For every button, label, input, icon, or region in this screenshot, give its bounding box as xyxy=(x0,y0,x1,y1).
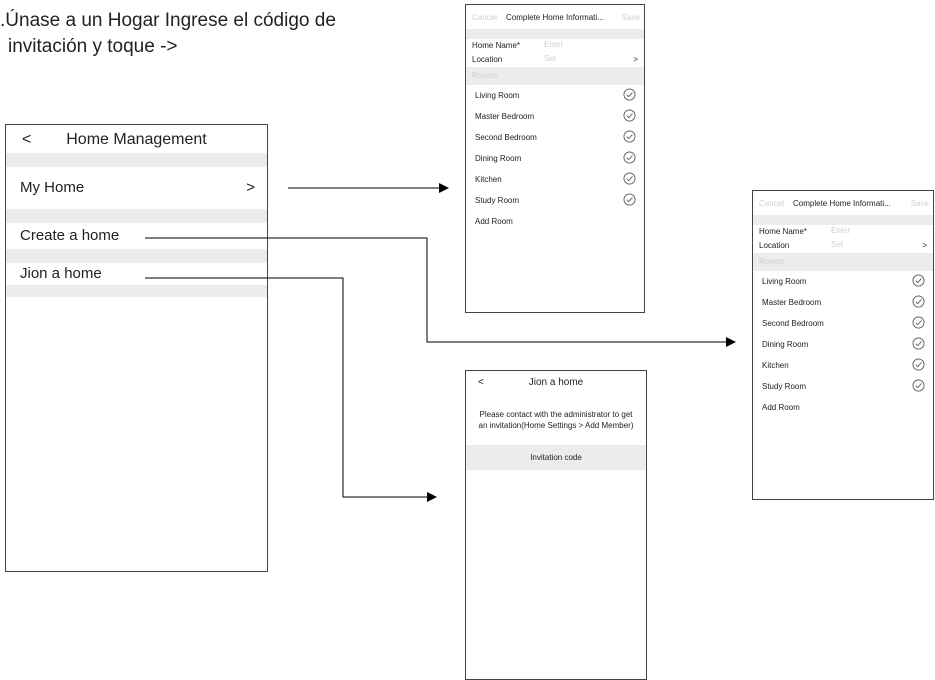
flow-arrows xyxy=(145,183,736,502)
arrow-join-home xyxy=(145,277,437,502)
arrow-create-home xyxy=(145,237,736,347)
